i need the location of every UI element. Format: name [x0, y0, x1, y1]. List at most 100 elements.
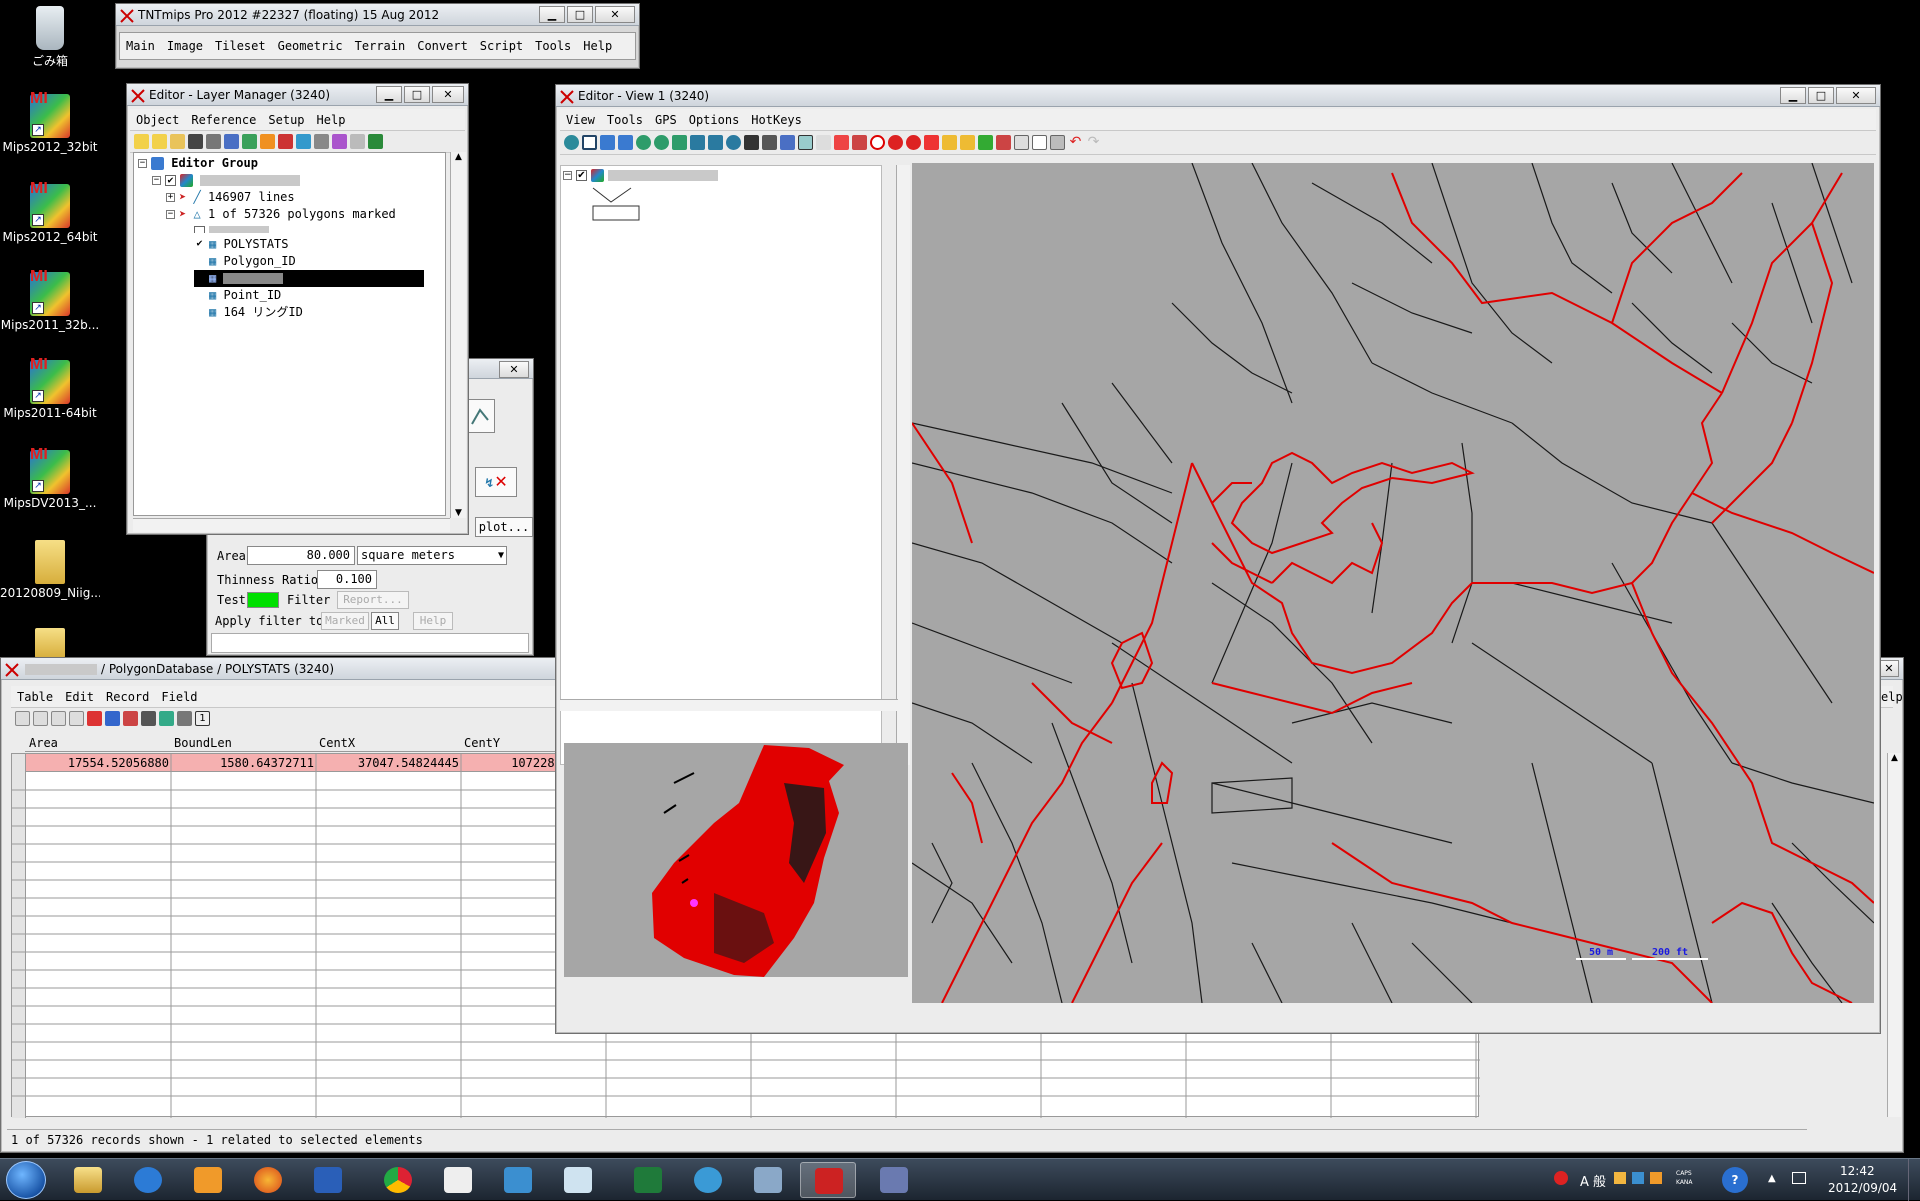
desktop-icon-mips2012-64[interactable]: MI ↗ Mips2012_64bit [0, 180, 100, 244]
tree-row-ring-id[interactable]: ▦ 164 リングID [194, 304, 303, 321]
layer-manager-titlebar[interactable]: Editor - Layer Manager (3240) ▁ □ ✕ [127, 84, 468, 106]
collapse-icon[interactable]: − [152, 176, 161, 185]
tree-row-polygons[interactable]: − ➤ △ 1 of 57326 polygons marked [166, 206, 396, 223]
mark-blue-icon[interactable] [105, 710, 120, 726]
table-vertical-scrollbar[interactable]: ▲ [1887, 753, 1901, 1117]
graph-icon-button[interactable] [467, 399, 495, 433]
select-tool-icon[interactable] [798, 135, 813, 150]
undo-icon[interactable]: ↶ [1068, 135, 1083, 150]
taskbar-tntmips[interactable] [800, 1162, 856, 1198]
report-button[interactable]: Report... [337, 591, 409, 609]
menu-tileset[interactable]: Tileset [215, 39, 266, 53]
plot-button[interactable]: plot... [475, 517, 533, 537]
pointer-icon[interactable] [924, 135, 939, 150]
menu-field[interactable]: Field [161, 690, 197, 704]
attributes-icon[interactable] [996, 135, 1011, 150]
close-button[interactable]: ✕ [595, 6, 635, 23]
column-header-area[interactable]: Area [29, 736, 58, 750]
scissors-icon[interactable] [1014, 135, 1029, 150]
close-button[interactable]: ✕ [1836, 87, 1876, 104]
number-one-icon[interactable]: 1 [195, 710, 210, 726]
layer-controls-icon[interactable] [242, 134, 257, 149]
legend-horizontal-scrollbar[interactable] [560, 699, 898, 711]
desktop-icon-folder-2[interactable] [0, 628, 100, 660]
taskbar-excel[interactable] [620, 1162, 676, 1198]
tree-row-polygon-id[interactable]: ▦ Polygon_ID [194, 253, 296, 270]
attach-icon[interactable] [177, 710, 192, 726]
map-canvas[interactable]: 50 m 200 ft [912, 163, 1874, 1003]
close-button[interactable]: ✕ [499, 361, 529, 378]
tree-row-point-id[interactable]: ▦ Point_ID [194, 287, 281, 304]
menu-gps[interactable]: GPS [655, 113, 677, 127]
visibility-checkbox[interactable] [194, 226, 205, 233]
zoom-red-icon[interactable] [906, 135, 921, 150]
scroll-down-icon[interactable]: ▼ [451, 508, 466, 518]
menu-view[interactable]: View [566, 113, 595, 127]
arrows-icon[interactable] [852, 135, 867, 150]
binoculars-icon[interactable] [744, 135, 759, 150]
thinness-input[interactable]: 0.100 [317, 570, 377, 589]
taskbar-ie[interactable] [120, 1162, 176, 1198]
menu-help[interactable]: Help [583, 39, 612, 53]
add-layer-icon[interactable] [224, 134, 239, 149]
visibility-checkbox[interactable] [194, 290, 205, 301]
tray-tool-icon[interactable] [1614, 1172, 1626, 1184]
start-button[interactable] [6, 1161, 46, 1199]
tree-vertical-scrollbar[interactable]: ▲ ▼ [450, 152, 466, 518]
tree-row-hidden[interactable] [194, 223, 269, 233]
raster-icon[interactable] [278, 134, 293, 149]
add-layer-icon[interactable] [780, 135, 795, 150]
minimize-button[interactable]: ▁ [539, 6, 565, 23]
menu-edit[interactable]: Edit [65, 690, 94, 704]
taskbar-media-player[interactable] [180, 1162, 236, 1198]
edit-line-icon[interactable] [960, 135, 975, 150]
ime-indicator[interactable]: A 般 [1580, 1171, 1606, 1190]
mark-all-icon[interactable] [123, 710, 138, 726]
maximize-button[interactable]: □ [567, 6, 593, 23]
main-window-titlebar[interactable]: TNTmips Pro 2012 #22327 (floating) 15 Au… [116, 4, 639, 26]
zoom-out-icon[interactable] [654, 135, 669, 150]
tree-row-polystats[interactable]: ✔ ▦ POLYSTATS [194, 236, 289, 253]
network-tray-icon[interactable] [1792, 1172, 1806, 1184]
menu-reference[interactable]: Reference [191, 113, 256, 127]
area-units-select[interactable]: square meters ▼ [357, 546, 507, 565]
no-entry-icon[interactable] [870, 135, 885, 150]
test-color-swatch[interactable] [247, 592, 279, 608]
zoom-layer-icon[interactable] [672, 135, 687, 150]
taskbar-window-app[interactable] [740, 1162, 796, 1198]
menu-help-fragment[interactable]: elp [1881, 690, 1903, 704]
visibility-checkbox[interactable] [194, 273, 205, 284]
visibility-checkbox[interactable] [194, 256, 205, 267]
pencil-icon[interactable] [942, 135, 957, 150]
visibility-checkbox[interactable] [194, 307, 205, 318]
redraw-icon[interactable] [564, 135, 579, 150]
zoom-selected-icon[interactable] [690, 135, 705, 150]
map-icon[interactable] [368, 134, 383, 149]
tin-icon[interactable] [314, 134, 329, 149]
maximize-button[interactable]: □ [404, 86, 430, 103]
grid-icon[interactable] [350, 134, 365, 149]
mark-red-icon[interactable] [87, 710, 102, 726]
visibility-checkbox[interactable]: ✔ [165, 175, 176, 186]
select-multi-icon[interactable] [152, 134, 167, 149]
tree-row-layer[interactable]: − ✔ [152, 172, 301, 189]
menu-record[interactable]: Record [106, 690, 149, 704]
all-button[interactable]: All [371, 612, 399, 630]
menu-main[interactable]: Main [126, 39, 155, 53]
paste-icon[interactable] [1050, 135, 1065, 150]
tree-row-lines[interactable]: + ➤ ╱ 146907 lines [166, 189, 295, 206]
layer-icon[interactable] [708, 135, 723, 150]
legend-layer-row[interactable]: − ✔ [563, 168, 718, 184]
clock-time[interactable]: 12:42 [1840, 1164, 1875, 1178]
menu-object[interactable]: Object [136, 113, 179, 127]
clock-date[interactable]: 2012/09/04 [1828, 1181, 1897, 1195]
collapse-icon[interactable]: − [138, 159, 147, 168]
pattern-icon[interactable] [834, 135, 849, 150]
menu-script[interactable]: Script [480, 39, 523, 53]
marked-button[interactable]: Marked [321, 612, 369, 630]
visibility-checkbox[interactable]: ✔ [194, 239, 205, 250]
measure-icon[interactable] [816, 135, 831, 150]
record-edit-icon[interactable] [69, 710, 84, 726]
help-icon[interactable]: ? [1722, 1167, 1748, 1193]
desktop-icon-mips2011-32[interactable]: MI ↗ Mips2011_32b... [0, 268, 100, 332]
